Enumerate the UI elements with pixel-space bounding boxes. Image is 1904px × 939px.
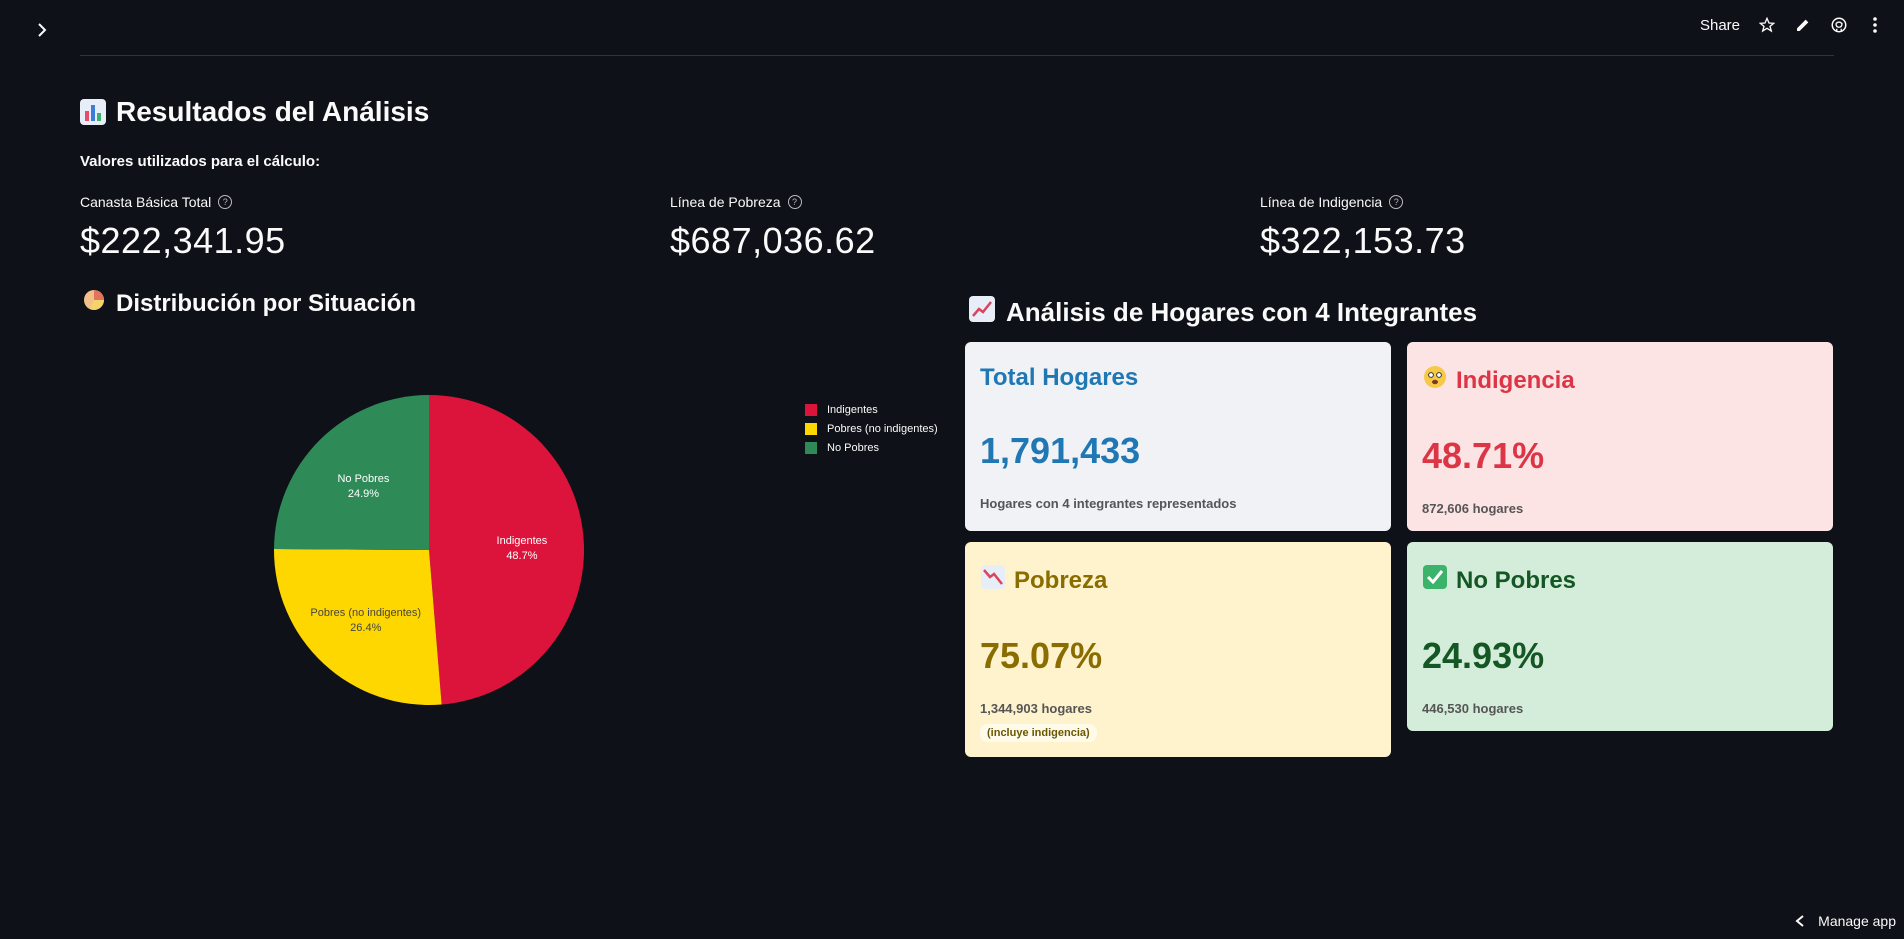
card-title: Indigencia (1456, 366, 1575, 394)
check-mark-icon (1422, 564, 1448, 597)
pie-label: Pobres (no indigentes) (310, 607, 421, 619)
metric-label: Canasta Básica Total (80, 194, 212, 210)
pie-label: No Pobres (337, 473, 389, 485)
card-sub: 1,344,903 hogares (980, 701, 1093, 716)
chevron-left-icon (1795, 915, 1804, 927)
legend-label: No Pobres (827, 441, 879, 454)
chevron-right-icon (38, 23, 47, 37)
metric-label: Línea de Pobreza (670, 194, 781, 210)
metric-linea-indigencia: Línea de Indigencia ? $322,153.73 (1260, 194, 1466, 262)
metric-value: $687,036.62 (670, 220, 876, 261)
card-sub: 446,530 hogares (1422, 701, 1524, 716)
legend-swatch (805, 403, 817, 416)
manage-app-button[interactable]: Manage app (1794, 913, 1896, 929)
metric-canasta: Canasta Básica Total ? $222,341.95 (80, 194, 286, 262)
more-vertical-icon[interactable] (1866, 16, 1884, 34)
card-value: 24.93% (1422, 635, 1545, 676)
metric-label: Línea de Indigencia (1260, 194, 1383, 210)
toolbar: Share (1700, 16, 1884, 34)
card-value: 75.07% (980, 635, 1103, 676)
card-sub: 872,606 hogares (1422, 501, 1524, 516)
help-icon[interactable]: ? (787, 195, 802, 209)
legend-swatch (805, 422, 817, 435)
card-value: 48.71% (1422, 435, 1545, 476)
header-divider (80, 55, 1834, 56)
legend-label: Indigentes (827, 403, 878, 416)
help-icon[interactable]: ? (218, 195, 233, 209)
distribution-title: Distribución por Situación (82, 288, 416, 319)
pie-percent-label: 26.4% (350, 622, 381, 634)
legend-item[interactable]: No Pobres (805, 438, 938, 457)
metric-value: $222,341.95 (80, 220, 286, 261)
chart-legend: Indigentes Pobres (no indigentes) No Pob… (805, 400, 938, 457)
legend-swatch (805, 441, 817, 454)
pie-percent-label: 24.9% (348, 488, 379, 500)
trending-up-icon (968, 295, 996, 330)
legend-item[interactable]: Pobres (no indigentes) (805, 419, 938, 438)
page-title-text: Resultados del Análisis (116, 96, 430, 127)
card-total-hogares: Total Hogares 1,791,433 Hogares con 4 in… (965, 342, 1391, 531)
pie-chart-icon (82, 288, 106, 319)
legend-item[interactable]: Indigentes (805, 400, 938, 419)
page-title: Resultados del Análisis (80, 96, 429, 128)
help-icon[interactable]: ? (1389, 195, 1404, 209)
manage-app-label: Manage app (1818, 913, 1896, 929)
card-title: Pobreza (1014, 566, 1108, 594)
distressed-face-icon (1422, 364, 1448, 397)
edit-icon[interactable] (1794, 16, 1812, 34)
card-value: 1,791,433 (980, 430, 1141, 471)
github-icon[interactable] (1830, 16, 1848, 34)
metric-value: $322,153.73 (1260, 220, 1466, 261)
trending-down-icon (980, 564, 1006, 597)
metric-linea-pobreza: Línea de Pobreza ? $687,036.62 (670, 194, 876, 262)
sidebar-expand-button[interactable] (32, 20, 52, 40)
star-icon[interactable] (1758, 16, 1776, 34)
share-button[interactable]: Share (1700, 17, 1740, 34)
analysis-title: Análisis de Hogares con 4 Integrantes (968, 295, 1477, 330)
pie-chart: Indigentes 48.7% Pobres (no indigentes) 26.… (274, 395, 584, 705)
distribution-title-text: Distribución por Situación (116, 289, 417, 317)
bar-chart-icon (80, 99, 106, 125)
card-pobreza: Pobreza 75.07% 1,344,903 hogares (incluy… (965, 542, 1391, 757)
card-note: (incluye indigencia) (980, 724, 1097, 742)
card-title: Total Hogares (980, 364, 1139, 391)
card-no-pobres: No Pobres 24.93% 446,530 hogares (1407, 542, 1833, 731)
card-title: No Pobres (1456, 566, 1577, 594)
analysis-title-text: Análisis de Hogares con 4 Integrantes (1006, 297, 1478, 327)
pie-label: Indigentes (497, 535, 548, 547)
legend-label: Pobres (no indigentes) (827, 422, 938, 435)
pie-percent-label: 48.7% (506, 550, 537, 562)
card-indigencia: Indigencia 48.71% 872,606 hogares (1407, 342, 1833, 531)
card-sub: Hogares con 4 integrantes representados (980, 496, 1237, 511)
values-subtitle: Valores utilizados para el cálculo: (80, 153, 321, 170)
